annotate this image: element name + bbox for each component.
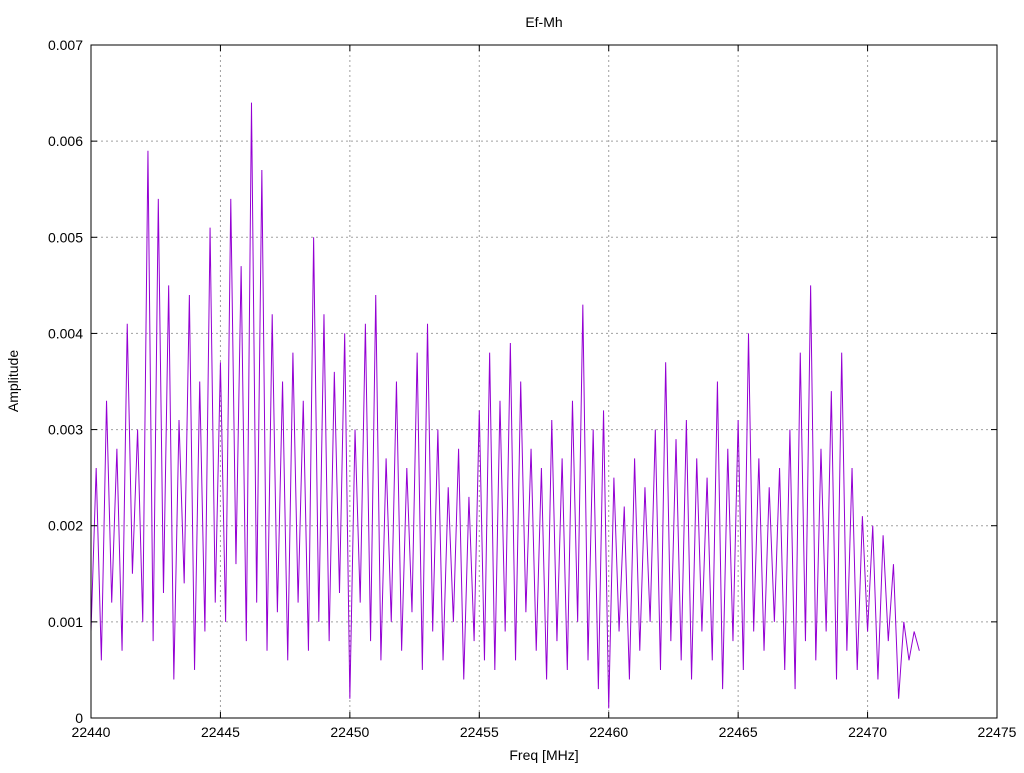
y-tick-label: 0.006 [48, 133, 83, 149]
y-tick-label: 0.001 [48, 614, 83, 630]
x-tick-label: 22470 [848, 724, 887, 740]
y-tick-label: 0.007 [48, 37, 83, 53]
plot-border [90, 44, 998, 719]
series-line [90, 102, 920, 709]
ticks: 22440 22445 22450 22455 22460 22465 22470 22475… [48, 37, 1017, 740]
y-tick-label: 0.003 [48, 422, 83, 438]
y-tick-label: 0.004 [48, 325, 83, 341]
x-tick-label: 22445 [201, 724, 240, 740]
series-layer [90, 102, 920, 709]
y-tick-label: 0 [75, 710, 83, 726]
y-tick-label: 0.002 [48, 518, 83, 534]
y-axis-label: Amplitude [5, 350, 21, 412]
chart: 22440 22445 22450 22455 22460 22465 22470 22475… [5, 14, 1017, 763]
x-tick-label: 22450 [330, 724, 369, 740]
y-tick-label: 0.005 [48, 229, 83, 245]
x-axis-label: Freq [MHz] [509, 747, 578, 763]
x-tick-label: 22475 [978, 724, 1017, 740]
x-tick-label: 22460 [589, 724, 628, 740]
x-tick-label: 22455 [460, 724, 499, 740]
x-tick-label: 22440 [72, 724, 111, 740]
chart-title: Ef-Mh [525, 14, 562, 30]
grid [91, 45, 997, 718]
x-tick-label: 22465 [719, 724, 758, 740]
